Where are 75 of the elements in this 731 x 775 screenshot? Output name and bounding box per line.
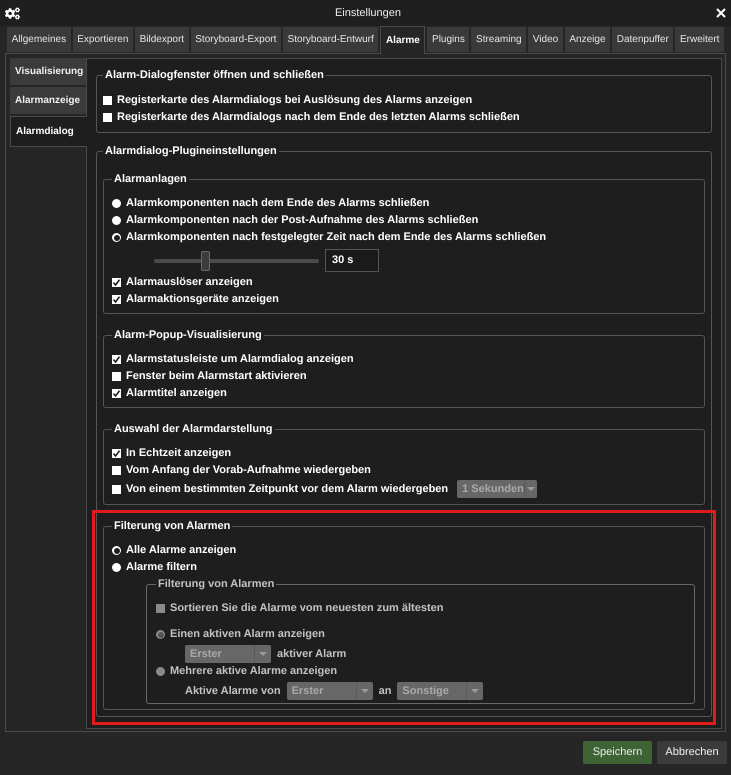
radio-button[interactable]	[112, 199, 121, 208]
checkbox-label: Alarmtitel anzeigen	[126, 386, 227, 402]
window-title: Einstellungen	[334, 6, 402, 21]
caret-icon	[259, 652, 267, 656]
tab[interactable]: Video	[528, 27, 563, 52]
tick-icon	[113, 356, 120, 363]
checkbox[interactable]	[112, 278, 121, 287]
caret-icon	[360, 689, 369, 693]
checkbox[interactable]	[112, 389, 121, 398]
checkbox[interactable]	[112, 355, 121, 364]
radio-label: Alarmkomponenten nach der Post-Aufnahme des Alarms schließen	[126, 213, 478, 228]
row-label: Aktive Alarme von	[185, 684, 281, 699]
checkbox-label: Alarmaktionsgeräte anzeigen	[126, 292, 279, 308]
checkbox[interactable]	[103, 96, 112, 105]
value-field[interactable]: 30 s	[325, 249, 379, 272]
radio-label: Alle Alarme anzeigen	[126, 543, 236, 558]
group-title: Alarm-Popup-Visualisierung	[113, 328, 263, 343]
dialog-button[interactable]: Abbrechen	[657, 741, 727, 764]
checkbox-label: Registerkarte des Alarmdialogs bei Auslösung des Alarms anzeigen	[117, 93, 472, 108]
tab[interactable]: Datenpuffer	[612, 27, 674, 52]
close-icon[interactable]	[716, 8, 726, 18]
checkbox[interactable]	[112, 295, 121, 304]
checkbox-label: Alarmstatusleiste um Alarmdialog anzeigen	[126, 352, 354, 368]
tab[interactable]: Bildexport	[135, 27, 189, 52]
slider-track[interactable]	[154, 250, 319, 270]
side-tab[interactable]: Alarmdialog	[10, 116, 87, 147]
checkbox-label: Registerkarte des Alarmdialogs nach dem Ende des letzten Alarms schließen	[117, 110, 520, 126]
tab[interactable]: Plugins	[427, 27, 470, 52]
radio-button[interactable]	[112, 216, 121, 225]
row-label: an	[378, 684, 392, 699]
checkbox-label: In Echtzeit anzeigen	[126, 446, 232, 462]
tab[interactable]: Storyboard-Export	[190, 27, 281, 52]
checkbox-label: Von einem bestimmten Zeitpunkt vor dem Alarm wiedergeben	[126, 482, 448, 497]
slider-thumb[interactable]	[200, 250, 210, 270]
group-title: Alarm-Dialogfenster öffnen und schließen	[104, 68, 325, 83]
checkbox[interactable]	[112, 466, 121, 475]
group-title: Auswahl der Alarmdarstellung	[113, 422, 274, 437]
radio-label: Einen aktiven Alarm anzeigen	[170, 627, 325, 642]
tab[interactable]: Erweitert	[675, 27, 724, 52]
radio-label: Alarmkomponenten nach dem Ende des Alarms schließen	[126, 196, 430, 212]
radio-button[interactable]	[112, 563, 121, 572]
gears-icon	[5, 6, 20, 20]
tab[interactable]: Allgemeines	[7, 27, 71, 52]
group-title: Filterung von Alarmen	[157, 577, 276, 592]
radio-label: Alarme filtern	[126, 560, 197, 576]
tab[interactable]: Storyboard-Entwurf	[283, 27, 378, 52]
tick-icon	[113, 390, 120, 397]
tab[interactable]: Exportieren	[72, 27, 133, 52]
tab[interactable]: Alarme	[380, 26, 426, 54]
checkbox-label: Vom Anfang der Vorab-Aufnahme wiedergeben	[126, 463, 371, 478]
checkbox[interactable]	[112, 449, 121, 458]
caret-icon	[471, 689, 480, 693]
tab[interactable]: Streaming	[471, 27, 526, 52]
tick-icon	[113, 296, 120, 303]
caret-icon	[527, 487, 535, 491]
radio-label: Alarmkomponenten nach festgelegter Zeit nach dem Ende des Alarms schließen	[126, 230, 546, 246]
checkbox-label: Sortieren Sie die Alarme vom neuesten zum ältesten	[170, 601, 444, 616]
group-title: Alarmdialog-Plugineinstellungen	[104, 144, 278, 159]
radio-button[interactable]	[112, 233, 121, 242]
tick-icon	[113, 279, 120, 286]
side-tab[interactable]: Alarmanzeige	[10, 87, 86, 114]
row-label: aktiver Alarm	[277, 646, 346, 662]
group-title: Filterung von Alarmen	[113, 519, 232, 534]
tab[interactable]: Anzeige	[564, 27, 610, 52]
checkbox[interactable]	[103, 113, 112, 122]
side-tab[interactable]: Visualisierung	[10, 58, 86, 85]
checkbox[interactable]	[112, 484, 121, 494]
checkbox[interactable]	[112, 372, 121, 381]
checkbox-label: Fenster beim Alarmstart aktivieren	[126, 369, 307, 384]
tick-icon	[113, 450, 120, 457]
radio-button[interactable]	[112, 546, 121, 555]
group-title: Alarmanlagen	[113, 172, 188, 187]
radio-label: Mehrere aktive Alarme anzeigen	[170, 664, 338, 680]
checkbox-label: Alarmauslöser anzeigen	[126, 275, 253, 290]
dialog-button[interactable]: Speichern	[583, 741, 652, 764]
